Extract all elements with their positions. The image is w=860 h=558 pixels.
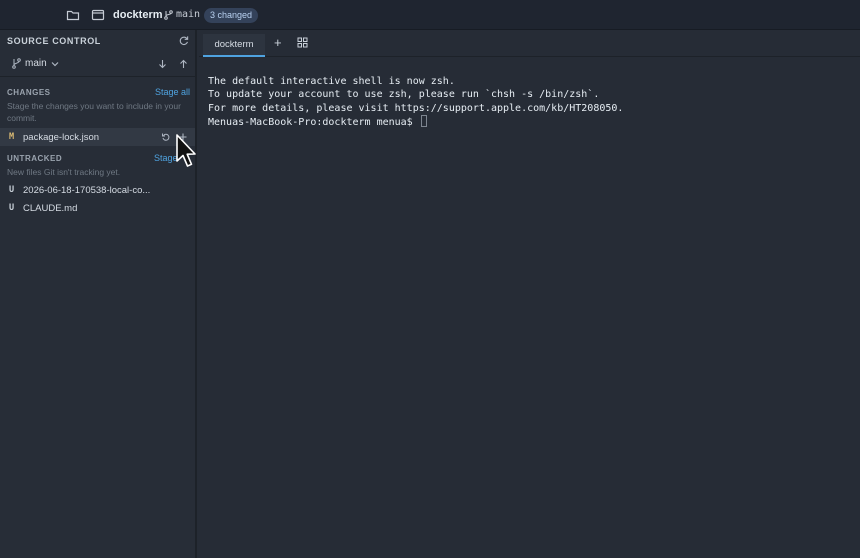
file-status-modified: M	[9, 132, 15, 142]
grid-layout-icon[interactable]	[297, 37, 308, 48]
terminal-line: To update your account to use zsh, pleas…	[208, 89, 600, 101]
file-name: 2026-06-18-170538-local-co...	[23, 184, 151, 196]
mouse-pointer-icon	[176, 134, 196, 167]
terminal-pane[interactable]: The default interactive shell is now zsh…	[199, 58, 860, 558]
stage-all-button[interactable]: Stage all	[155, 87, 190, 97]
terminal-prompt: Menuas-MacBook-Pro:dockterm menua$	[208, 116, 419, 128]
refresh-icon[interactable]	[178, 35, 189, 46]
pull-icon[interactable]	[158, 59, 167, 69]
untracked-description: New files Git isn't tracking yet.	[7, 167, 121, 177]
changed-file-row[interactable]: M package-lock.json	[0, 128, 195, 146]
git-branch-icon	[164, 9, 173, 20]
terminal-tab-bar: dockterm +	[199, 30, 860, 57]
stage-untracked-button[interactable]: Stage	[154, 153, 178, 163]
folder-icon[interactable]	[66, 8, 80, 22]
chevron-down-icon	[51, 61, 59, 66]
changes-badge[interactable]: 3 changed	[204, 8, 259, 23]
new-tab-button[interactable]: +	[274, 35, 282, 50]
branch-selector[interactable]: main	[12, 58, 59, 69]
file-status-untracked: U	[9, 185, 15, 195]
titlebar-branch-label: main	[176, 9, 201, 20]
discard-icon[interactable]	[161, 132, 171, 142]
file-name: package-lock.json	[23, 131, 100, 143]
untracked-file-row[interactable]: U 2026-06-18-170538-local-co...	[0, 181, 195, 199]
window-icon[interactable]	[91, 8, 105, 22]
file-name: CLAUDE.md	[23, 202, 78, 214]
changes-description: Stage the changes you want to include in…	[7, 101, 181, 123]
push-icon[interactable]	[179, 59, 188, 69]
changes-section-title: CHANGES	[7, 88, 51, 97]
title-bar: dockterm main 3 changed	[0, 0, 860, 30]
terminal-line: The default interactive shell is now zsh…	[208, 76, 455, 87]
file-status-untracked: U	[9, 203, 15, 213]
source-control-header: SOURCE CONTROL	[7, 36, 101, 46]
divider	[0, 76, 195, 77]
untracked-file-row[interactable]: U CLAUDE.md	[0, 199, 195, 217]
titlebar-branch: main	[164, 9, 200, 20]
project-title: dockterm	[113, 9, 163, 21]
tab-dockterm[interactable]: dockterm	[203, 34, 265, 57]
terminal-cursor	[420, 114, 427, 127]
branch-label: main	[25, 58, 47, 69]
untracked-section-title: UNTRACKED	[7, 154, 63, 163]
terminal-line: For more details, please visit https://s…	[208, 102, 624, 114]
terminal-prompt-line: Menuas-MacBook-Pro:dockterm menua$	[208, 114, 860, 129]
git-branch-icon	[12, 58, 21, 69]
